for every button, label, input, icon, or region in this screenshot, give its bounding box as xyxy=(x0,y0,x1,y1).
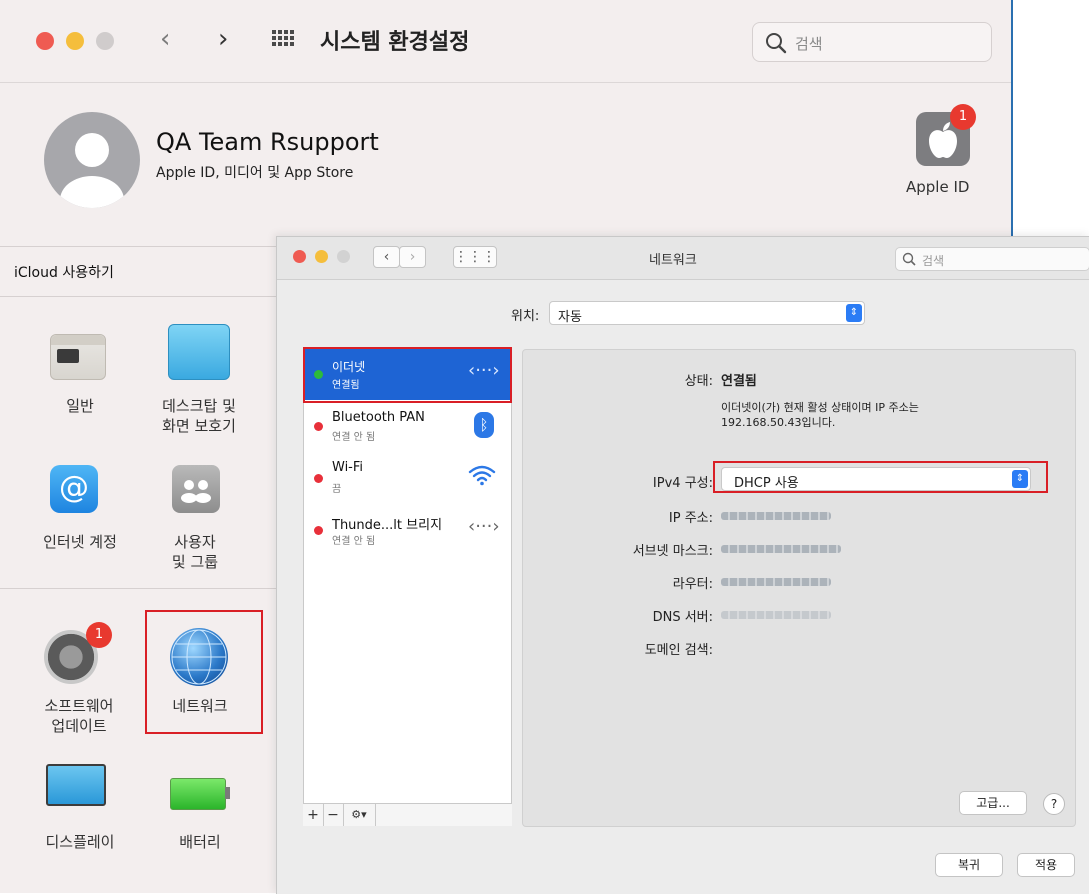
zoom-button[interactable] xyxy=(96,32,114,50)
wifi-icon xyxy=(468,465,496,486)
divider xyxy=(0,588,280,589)
user-silhouette-icon xyxy=(60,133,124,208)
account-subtitle: Apple ID, 미디어 및 App Store xyxy=(156,165,354,181)
account-section xyxy=(0,83,1011,243)
pane-label-software-update[interactable]: 소프트웨어 업데이트 xyxy=(24,696,134,736)
back-chevron-icon[interactable]: ‹ xyxy=(373,246,400,268)
dns-server-value-redacted xyxy=(721,611,831,619)
highlight-box-ipv4 xyxy=(713,461,1048,493)
display-icon[interactable] xyxy=(46,764,106,806)
close-button[interactable] xyxy=(36,32,54,50)
service-toolbar: + − ⚙▾ xyxy=(303,803,512,826)
service-list: 이더넷 연결됨 ‹···› Bluetooth PAN 연결 안 됨 ᛒ Wi-… xyxy=(303,347,512,825)
minimize-button[interactable] xyxy=(315,250,328,263)
ip-address-value-redacted xyxy=(721,512,831,520)
status-dot xyxy=(314,474,323,483)
desktop-icon[interactable] xyxy=(168,324,230,380)
highlight-box-network-pane xyxy=(145,610,263,734)
status-value: 연결됨 xyxy=(721,374,757,389)
battery-icon[interactable] xyxy=(170,778,226,810)
search-placeholder: 검색 xyxy=(922,254,945,268)
back-chevron-icon[interactable]: ‹ xyxy=(160,26,170,52)
status-description: 이더넷이(가) 현재 활성 상태이며 IP 주소는 192.168.50.43입… xyxy=(721,401,919,429)
icloud-button[interactable]: iCloud 사용하기 xyxy=(14,262,114,282)
account-name: QA Team Rsupport xyxy=(156,128,379,156)
users-glyph-icon xyxy=(181,480,211,503)
titlebar: ‹ › 시스템 환경설정 검색 xyxy=(0,0,1011,83)
action-menu-button[interactable]: ⚙▾ xyxy=(343,804,376,826)
service-item-thunderbolt-bridge[interactable]: Thunde...lt 브리지 연결 안 됨 ‹···› xyxy=(304,504,511,556)
location-label: 위치: xyxy=(511,309,540,324)
router-label: 라우터: xyxy=(672,577,713,592)
search-placeholder: 검색 xyxy=(795,35,823,53)
service-name: Wi-Fi xyxy=(332,460,364,475)
avatar[interactable] xyxy=(44,112,140,208)
forward-chevron-icon[interactable]: › xyxy=(399,246,426,268)
pane-label-displays[interactable]: 디스플레이 xyxy=(30,832,130,852)
forward-chevron-icon[interactable]: › xyxy=(218,26,228,52)
apple-id-label: Apple ID xyxy=(906,178,970,196)
router-value-redacted xyxy=(721,578,831,586)
subnet-mask-value-redacted xyxy=(721,545,841,553)
revert-button[interactable]: 복귀 xyxy=(935,853,1003,877)
battery-tip xyxy=(225,787,230,799)
search-icon xyxy=(766,33,787,54)
location-value: 자동 xyxy=(558,310,582,325)
search-icon xyxy=(902,252,916,266)
general-icon[interactable] xyxy=(50,334,106,380)
close-button[interactable] xyxy=(293,250,306,263)
remove-service-button[interactable]: − xyxy=(323,804,344,826)
status-label: 상태: xyxy=(684,374,713,389)
advanced-button[interactable]: 고급... xyxy=(959,791,1027,815)
at-sign-icon[interactable]: @ xyxy=(50,465,98,513)
pane-label-desktop[interactable]: 데스크탑 및 화면 보호기 xyxy=(144,396,254,436)
search-domain-label: 도메인 검색: xyxy=(644,643,713,658)
subnet-mask-label: 서브넷 마스크: xyxy=(632,544,713,559)
minimize-button[interactable] xyxy=(66,32,84,50)
status-dot xyxy=(314,422,323,431)
pane-label-users[interactable]: 사용자 및 그룹 xyxy=(150,532,240,572)
pane-label-battery[interactable]: 배터리 xyxy=(150,832,250,852)
ip-address-label: IP 주소: xyxy=(668,511,713,526)
service-status: 끔 xyxy=(332,484,342,495)
thunderbolt-bridge-icon: ‹···› xyxy=(468,516,500,537)
network-window: ‹ › ⋮⋮⋮ 네트워크 검색 위치: 자동 ⇕ 이더넷 연결됨 ‹···› B… xyxy=(276,236,1089,894)
service-status: 연결 안 됨 xyxy=(332,536,376,547)
help-button[interactable]: ? xyxy=(1043,793,1065,815)
network-search-field[interactable]: 검색 xyxy=(895,247,1089,271)
status-dot xyxy=(314,526,323,535)
service-name: Thunde...lt 브리지 xyxy=(332,518,443,533)
network-titlebar: ‹ › ⋮⋮⋮ 네트워크 검색 xyxy=(277,237,1089,280)
service-name: Bluetooth PAN xyxy=(332,410,425,425)
pane-label-general[interactable]: 일반 xyxy=(40,396,120,416)
divider xyxy=(0,246,280,247)
service-item-bluetooth-pan[interactable]: Bluetooth PAN 연결 안 됨 ᛒ xyxy=(304,400,511,452)
show-all-grid-icon[interactable] xyxy=(272,30,294,46)
highlight-box-ethernet xyxy=(303,347,512,403)
ipv4-config-label: IPv4 구성: xyxy=(652,476,713,491)
location-select[interactable]: 자동 ⇕ xyxy=(549,301,865,325)
service-item-wifi[interactable]: Wi-Fi 끔 xyxy=(304,452,511,504)
zoom-button[interactable] xyxy=(337,250,350,263)
search-field[interactable]: 검색 xyxy=(752,22,992,62)
window-title: 시스템 환경설정 xyxy=(320,30,470,55)
notification-badge: 1 xyxy=(950,104,976,130)
service-status: 연결 안 됨 xyxy=(332,432,376,443)
pane-label-internet-accounts[interactable]: 인터넷 계정 xyxy=(30,532,130,552)
notification-badge: 1 xyxy=(86,622,112,648)
chevron-updown-icon: ⇕ xyxy=(846,304,862,322)
dns-server-label: DNS 서버: xyxy=(652,610,713,625)
add-service-button[interactable]: + xyxy=(303,804,324,826)
users-icon[interactable] xyxy=(172,465,220,513)
network-window-title: 네트워크 xyxy=(649,253,697,268)
bluetooth-icon: ᛒ xyxy=(474,412,494,438)
divider xyxy=(0,296,280,297)
show-all-grid-icon[interactable]: ⋮⋮⋮ xyxy=(453,246,497,268)
apply-button[interactable]: 적용 xyxy=(1017,853,1075,877)
